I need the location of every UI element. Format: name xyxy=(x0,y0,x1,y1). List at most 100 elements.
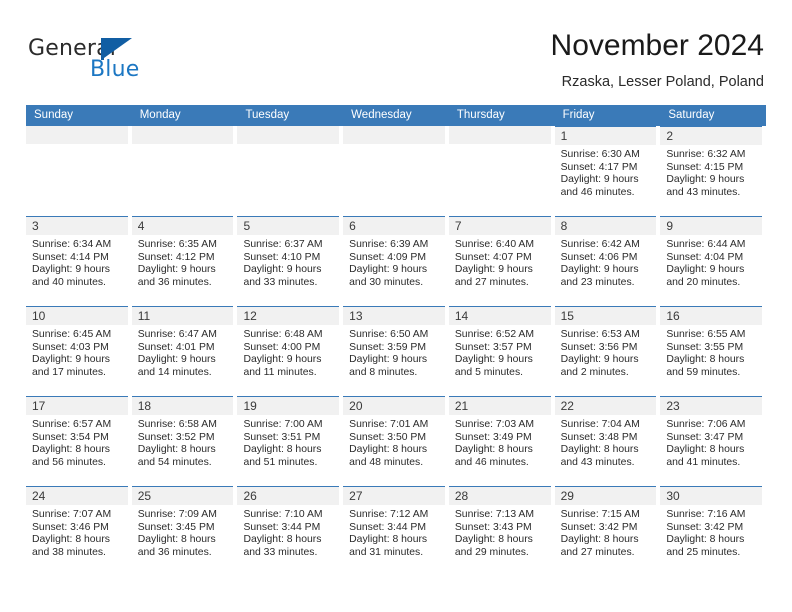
day-details: Sunrise: 6:47 AM Sunset: 4:01 PM Daylight:… xyxy=(132,325,234,379)
calendar-day-cell-inner xyxy=(448,126,551,216)
calendar-day-cell[interactable]: 20 Sunrise: 7:01 AM Sunset: 3:50 PM Dayligh… xyxy=(343,396,449,486)
daylight-text: Daylight: 9 hours and 8 minutes. xyxy=(349,354,428,378)
calendar-day-cell[interactable]: 1 Sunrise: 6:30 AM Sunset: 4:17 PM Daylight… xyxy=(554,126,661,216)
calendar-day-cell[interactable]: 16 Sunrise: 6:55 AM Sunset: 3:55 PM Dayligh… xyxy=(660,306,766,396)
sunrise-text: Sunrise: 7:01 AM xyxy=(349,419,429,430)
weekday-header-sunday: Sunday xyxy=(34,109,74,121)
daylight-text: Daylight: 8 hours and 48 minutes. xyxy=(349,444,428,468)
calendar-day-cell[interactable]: 17 Sunrise: 6:57 AM Sunset: 3:54 PM Dayligh… xyxy=(26,396,132,486)
day-number: 19 xyxy=(237,397,340,415)
day-number: 9 xyxy=(660,217,763,235)
calendar-day-cell[interactable]: 13 Sunrise: 6:50 AM Sunset: 3:59 PM Dayligh… xyxy=(343,306,449,396)
day-details: Sunrise: 6:50 AM Sunset: 3:59 PM Daylight:… xyxy=(343,325,445,379)
calendar-day-cell[interactable]: 10 Sunrise: 6:45 AM Sunset: 4:03 PM Dayligh… xyxy=(26,306,132,396)
calendar-day-cell[interactable]: 30 Sunrise: 7:16 AM Sunset: 3:42 PM Dayligh… xyxy=(660,486,766,576)
calendar-weeks: 1 Sunrise: 6:30 AM Sunset: 4:17 PM Daylight… xyxy=(26,126,766,576)
day-details: Sunrise: 7:03 AM Sunset: 3:49 PM Daylight:… xyxy=(449,415,551,469)
sunset-text: Sunset: 3:48 PM xyxy=(560,431,638,443)
sunrise-text: Sunrise: 6:39 AM xyxy=(349,239,429,250)
calendar-day-cell[interactable]: 4 Sunrise: 6:35 AM Sunset: 4:12 PM Daylight… xyxy=(131,216,238,306)
sunrise-text: Sunrise: 6:58 AM xyxy=(137,419,217,430)
calendar-day-cell[interactable]: 9 Sunrise: 6:44 AM Sunset: 4:04 PM Daylight… xyxy=(660,216,766,306)
weekday-header-row: Sunday Monday Tuesday Wednesday Thursday… xyxy=(26,105,766,126)
sunrise-text: Sunrise: 6:30 AM xyxy=(560,149,640,160)
day-number: 8 xyxy=(554,217,657,235)
calendar-day-cell-inner: 7 Sunrise: 6:40 AM Sunset: 4:07 PM Daylight… xyxy=(448,216,551,306)
daylight-text: Daylight: 8 hours and 31 minutes. xyxy=(349,534,428,558)
sunset-text: Sunset: 4:17 PM xyxy=(560,161,638,173)
day-details: Sunrise: 7:15 AM Sunset: 3:42 PM Daylight:… xyxy=(555,505,657,559)
page-title: November 2024 xyxy=(550,29,764,62)
calendar-day-cell[interactable]: 26 Sunrise: 7:10 AM Sunset: 3:44 PM Dayligh… xyxy=(237,486,343,576)
day-number xyxy=(237,126,340,144)
day-details: Sunrise: 6:30 AM Sunset: 4:17 PM Daylight:… xyxy=(555,145,657,199)
calendar-day-cell[interactable]: 21 Sunrise: 7:03 AM Sunset: 3:49 PM Dayligh… xyxy=(448,396,555,486)
daylight-text: Daylight: 9 hours and 14 minutes. xyxy=(137,354,216,378)
sunrise-text: Sunrise: 6:50 AM xyxy=(349,329,429,340)
calendar-day-cell-inner: 29 Sunrise: 7:15 AM Sunset: 3:42 PM Dayligh… xyxy=(554,486,657,576)
calendar-day-cell-empty xyxy=(448,126,555,216)
calendar-day-cell-inner: 13 Sunrise: 6:50 AM Sunset: 3:59 PM Dayligh… xyxy=(343,306,445,396)
sunset-text: Sunset: 4:03 PM xyxy=(32,341,109,353)
calendar-day-cell[interactable]: 19 Sunrise: 7:00 AM Sunset: 3:51 PM Dayligh… xyxy=(237,396,343,486)
daylight-text: Daylight: 9 hours and 2 minutes. xyxy=(560,354,639,378)
sunset-text: Sunset: 4:01 PM xyxy=(137,341,215,353)
sunset-text: Sunset: 3:50 PM xyxy=(349,431,426,443)
sunset-text: Sunset: 3:55 PM xyxy=(666,341,744,353)
calendar-day-cell[interactable]: 3 Sunrise: 6:34 AM Sunset: 4:14 PM Daylight… xyxy=(26,216,132,306)
weekday-header-wednesday: Wednesday xyxy=(351,109,412,121)
calendar-day-cell[interactable]: 2 Sunrise: 6:32 AM Sunset: 4:15 PM Daylight… xyxy=(660,126,766,216)
daylight-text: Daylight: 8 hours and 51 minutes. xyxy=(243,444,322,468)
calendar-day-cell[interactable]: 11 Sunrise: 6:47 AM Sunset: 4:01 PM Dayligh… xyxy=(131,306,238,396)
calendar-day-cell-inner xyxy=(131,126,234,216)
calendar-day-cell[interactable]: 7 Sunrise: 6:40 AM Sunset: 4:07 PM Daylight… xyxy=(448,216,555,306)
calendar-page: General Blue November 2024 Rzaska, Lesse… xyxy=(0,0,792,612)
sunset-text: Sunset: 3:42 PM xyxy=(560,521,638,533)
calendar-day-cell[interactable]: 6 Sunrise: 6:39 AM Sunset: 4:09 PM Daylight… xyxy=(343,216,449,306)
calendar-day-cell[interactable]: 28 Sunrise: 7:13 AM Sunset: 3:43 PM Dayligh… xyxy=(448,486,555,576)
calendar-day-cell[interactable]: 14 Sunrise: 6:52 AM Sunset: 3:57 PM Dayligh… xyxy=(448,306,555,396)
calendar-day-cell-inner: 2 Sunrise: 6:32 AM Sunset: 4:15 PM Daylight… xyxy=(660,126,763,216)
calendar-day-cell-inner: 30 Sunrise: 7:16 AM Sunset: 3:42 PM Dayligh… xyxy=(660,486,763,576)
calendar-day-cell-inner: 20 Sunrise: 7:01 AM Sunset: 3:50 PM Dayligh… xyxy=(343,396,445,486)
day-number xyxy=(26,126,128,144)
calendar-day-cell-inner xyxy=(26,126,128,216)
calendar-day-cell[interactable]: 8 Sunrise: 6:42 AM Sunset: 4:06 PM Daylight… xyxy=(554,216,661,306)
calendar-day-cell[interactable]: 29 Sunrise: 7:15 AM Sunset: 3:42 PM Dayligh… xyxy=(554,486,661,576)
calendar-day-cell-inner: 6 Sunrise: 6:39 AM Sunset: 4:09 PM Daylight… xyxy=(343,216,445,306)
calendar-day-cell-inner: 1 Sunrise: 6:30 AM Sunset: 4:17 PM Daylight… xyxy=(554,126,657,216)
day-details: Sunrise: 6:52 AM Sunset: 3:57 PM Daylight:… xyxy=(449,325,551,379)
daylight-text: Daylight: 8 hours and 43 minutes. xyxy=(560,444,639,468)
day-details: Sunrise: 7:13 AM Sunset: 3:43 PM Daylight:… xyxy=(449,505,551,559)
sunrise-text: Sunrise: 7:06 AM xyxy=(666,419,746,430)
sunrise-text: Sunrise: 7:16 AM xyxy=(666,509,746,520)
calendar-day-cell[interactable]: 5 Sunrise: 6:37 AM Sunset: 4:10 PM Daylight… xyxy=(237,216,343,306)
day-number: 14 xyxy=(448,307,551,325)
sunrise-text: Sunrise: 7:00 AM xyxy=(243,419,323,430)
logo-text-blue: Blue xyxy=(90,57,140,82)
sunset-text: Sunset: 3:44 PM xyxy=(243,521,321,533)
daylight-text: Daylight: 8 hours and 41 minutes. xyxy=(666,444,745,468)
calendar-day-cell[interactable]: 24 Sunrise: 7:07 AM Sunset: 3:46 PM Dayligh… xyxy=(26,486,132,576)
daylight-text: Daylight: 9 hours and 33 minutes. xyxy=(243,264,322,288)
sunset-text: Sunset: 3:45 PM xyxy=(137,521,215,533)
calendar-day-cell-inner: 18 Sunrise: 6:58 AM Sunset: 3:52 PM Dayligh… xyxy=(131,396,234,486)
calendar-day-cell[interactable]: 22 Sunrise: 7:04 AM Sunset: 3:48 PM Dayligh… xyxy=(554,396,661,486)
day-details: Sunrise: 6:42 AM Sunset: 4:06 PM Daylight:… xyxy=(555,235,657,289)
calendar-day-cell[interactable]: 18 Sunrise: 6:58 AM Sunset: 3:52 PM Dayligh… xyxy=(131,396,238,486)
day-details: Sunrise: 7:04 AM Sunset: 3:48 PM Daylight:… xyxy=(555,415,657,469)
day-details: Sunrise: 6:40 AM Sunset: 4:07 PM Daylight:… xyxy=(449,235,551,289)
sunrise-text: Sunrise: 7:13 AM xyxy=(454,509,535,520)
calendar-day-cell[interactable]: 23 Sunrise: 7:06 AM Sunset: 3:47 PM Dayligh… xyxy=(660,396,766,486)
calendar-day-cell[interactable]: 27 Sunrise: 7:12 AM Sunset: 3:44 PM Dayligh… xyxy=(343,486,449,576)
calendar-day-cell-inner: 16 Sunrise: 6:55 AM Sunset: 3:55 PM Dayligh… xyxy=(660,306,763,396)
calendar-day-cell[interactable]: 15 Sunrise: 6:53 AM Sunset: 3:56 PM Dayligh… xyxy=(554,306,661,396)
title-block: November 2024 Rzaska, Lesser Poland, Pol… xyxy=(551,28,764,91)
sunrise-text: Sunrise: 6:55 AM xyxy=(666,329,746,340)
daylight-text: Daylight: 8 hours and 27 minutes. xyxy=(560,534,639,558)
calendar-day-cell[interactable]: 25 Sunrise: 7:09 AM Sunset: 3:45 PM Dayligh… xyxy=(131,486,238,576)
daylight-text: Daylight: 9 hours and 30 minutes. xyxy=(349,264,428,288)
calendar-day-cell[interactable]: 12 Sunrise: 6:48 AM Sunset: 4:00 PM Dayligh… xyxy=(237,306,343,396)
day-number: 24 xyxy=(26,487,128,505)
sunrise-text: Sunrise: 6:48 AM xyxy=(243,329,323,340)
